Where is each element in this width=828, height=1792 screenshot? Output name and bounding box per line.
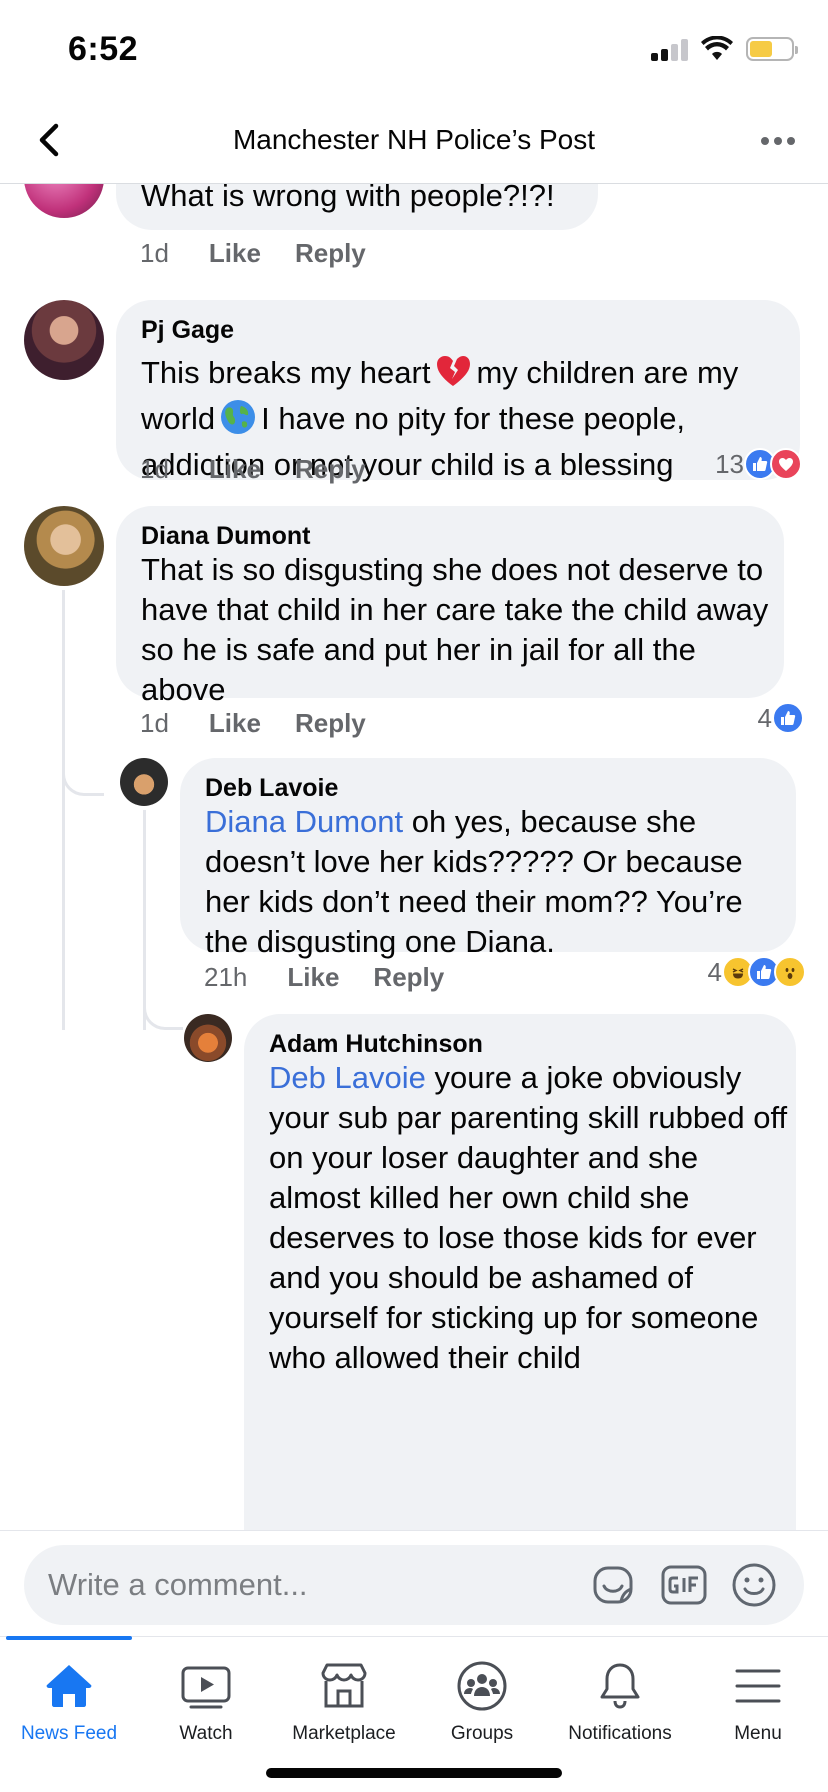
bell-icon xyxy=(600,1663,640,1709)
status-icons xyxy=(651,34,798,64)
mention-link[interactable]: Deb Lavoie xyxy=(269,1060,426,1095)
comment-author: Adam Hutchinson xyxy=(269,1030,483,1058)
wifi-icon xyxy=(701,36,733,60)
comment-actions: 1d Like Reply xyxy=(140,454,400,485)
like-reaction-icon xyxy=(772,702,804,734)
comment-text-part: This breaks my heart xyxy=(141,355,431,390)
tab-label: Menu xyxy=(734,1723,782,1744)
reaction-count: 4 xyxy=(707,956,722,987)
menu-icon xyxy=(735,1669,781,1703)
comment-actions: 1d Like Reply xyxy=(140,708,400,739)
tab-label: News Feed xyxy=(20,1723,118,1744)
globe-icon xyxy=(221,400,256,434)
tab-news-feed[interactable]: News Feed xyxy=(0,1647,138,1757)
love-reaction-icon xyxy=(770,448,802,480)
like-button[interactable]: Like xyxy=(209,454,261,485)
reaction-count: 4 xyxy=(757,702,772,733)
comment-text: What is wrong with people?!?! xyxy=(141,184,555,213)
comment-feed: What is wrong with people?!?! 1d Like Re… xyxy=(0,184,828,1530)
like-button[interactable]: Like xyxy=(209,708,261,739)
status-bar: 6:52 xyxy=(0,0,828,100)
page-title: Manchester NH Police’s Post xyxy=(232,124,596,155)
reaction-summary[interactable]: 13 xyxy=(715,448,802,480)
broken-heart-icon xyxy=(437,356,471,386)
avatar[interactable] xyxy=(24,184,104,218)
composer-box xyxy=(24,1545,804,1625)
comment-author: Deb Lavoie xyxy=(205,774,339,802)
comment-text: That is so disgusting she does not deser… xyxy=(141,552,769,707)
reaction-count: 13 xyxy=(715,448,744,479)
comment-bubble: Deb Lavoie Diana Dumont oh yes, because … xyxy=(180,758,796,959)
comment-time: 21h xyxy=(204,962,248,992)
gif-icon[interactable] xyxy=(660,1561,708,1609)
comment-actions: 21h Like Reply xyxy=(204,962,478,993)
thread-connector xyxy=(143,990,183,1030)
status-time: 6:52 xyxy=(68,30,139,68)
wow-reaction-icon xyxy=(774,956,806,988)
tab-marketplace[interactable]: Marketplace xyxy=(275,1647,413,1757)
like-button[interactable]: Like xyxy=(287,962,339,993)
comment-bubble: What is wrong with people?!?! xyxy=(116,184,598,230)
comment-text: Deb Lavoie youre a joke obviously your s… xyxy=(269,1058,789,1378)
comment-input[interactable] xyxy=(48,1545,568,1625)
tab-groups[interactable]: Groups xyxy=(413,1647,551,1757)
reply-button[interactable]: Reply xyxy=(295,708,366,739)
reply-button[interactable]: Reply xyxy=(373,962,444,993)
home-icon xyxy=(46,1665,92,1707)
comment-time: 1d xyxy=(140,454,169,484)
comment-time: 1d xyxy=(140,708,169,738)
comment-composer xyxy=(0,1530,828,1636)
home-indicator[interactable] xyxy=(266,1768,562,1778)
tab-label: Notifications xyxy=(568,1723,672,1744)
post-header: Manchester NH Police’s Post xyxy=(0,100,828,184)
thread-connector xyxy=(62,740,104,796)
avatar[interactable] xyxy=(24,300,104,380)
reply-button[interactable]: Reply xyxy=(295,454,366,485)
sticker-icon[interactable] xyxy=(590,1561,638,1609)
reaction-summary[interactable]: 4 xyxy=(758,702,804,734)
more-options-button[interactable] xyxy=(758,126,798,156)
mention-link[interactable]: Diana Dumont xyxy=(205,804,403,839)
tab-label: Watch xyxy=(179,1723,233,1744)
comment-text-part: youre a joke obviously your sub par pare… xyxy=(269,1060,788,1375)
comment-actions: 1d Like Reply xyxy=(140,238,400,269)
comment-bubble: Adam Hutchinson Deb Lavoie youre a joke … xyxy=(244,1014,796,1530)
tab-notifications[interactable]: Notifications xyxy=(551,1647,689,1757)
comment-author: Pj Gage xyxy=(141,316,235,344)
emoji-icon[interactable] xyxy=(730,1561,778,1609)
watch-icon xyxy=(181,1666,231,1709)
reply-button[interactable]: Reply xyxy=(295,238,366,269)
battery-icon xyxy=(746,37,798,61)
comment-bubble: Diana Dumont That is so disgusting she d… xyxy=(116,506,784,707)
marketplace-icon xyxy=(321,1663,367,1708)
comment-bubble: Pj Gage This breaks my heart my children … xyxy=(116,300,800,482)
comment-time: 1d xyxy=(140,238,169,268)
tab-watch[interactable]: Watch xyxy=(137,1647,275,1757)
reaction-summary[interactable]: 4 xyxy=(708,956,806,988)
groups-icon xyxy=(457,1661,507,1711)
avatar[interactable] xyxy=(184,1014,232,1062)
tab-menu[interactable]: Menu xyxy=(689,1647,827,1757)
cellular-signal-icon xyxy=(651,37,688,61)
tab-label: Marketplace xyxy=(292,1723,396,1744)
like-button[interactable]: Like xyxy=(209,238,261,269)
active-tab-indicator xyxy=(6,1636,132,1640)
comment-author: Diana Dumont xyxy=(141,522,311,550)
thread-line xyxy=(62,590,65,1030)
tab-label: Groups xyxy=(450,1723,514,1744)
comment-text: Diana Dumont oh yes, because she doesn’t… xyxy=(205,802,785,962)
avatar[interactable] xyxy=(120,758,168,806)
avatar[interactable] xyxy=(24,506,104,586)
